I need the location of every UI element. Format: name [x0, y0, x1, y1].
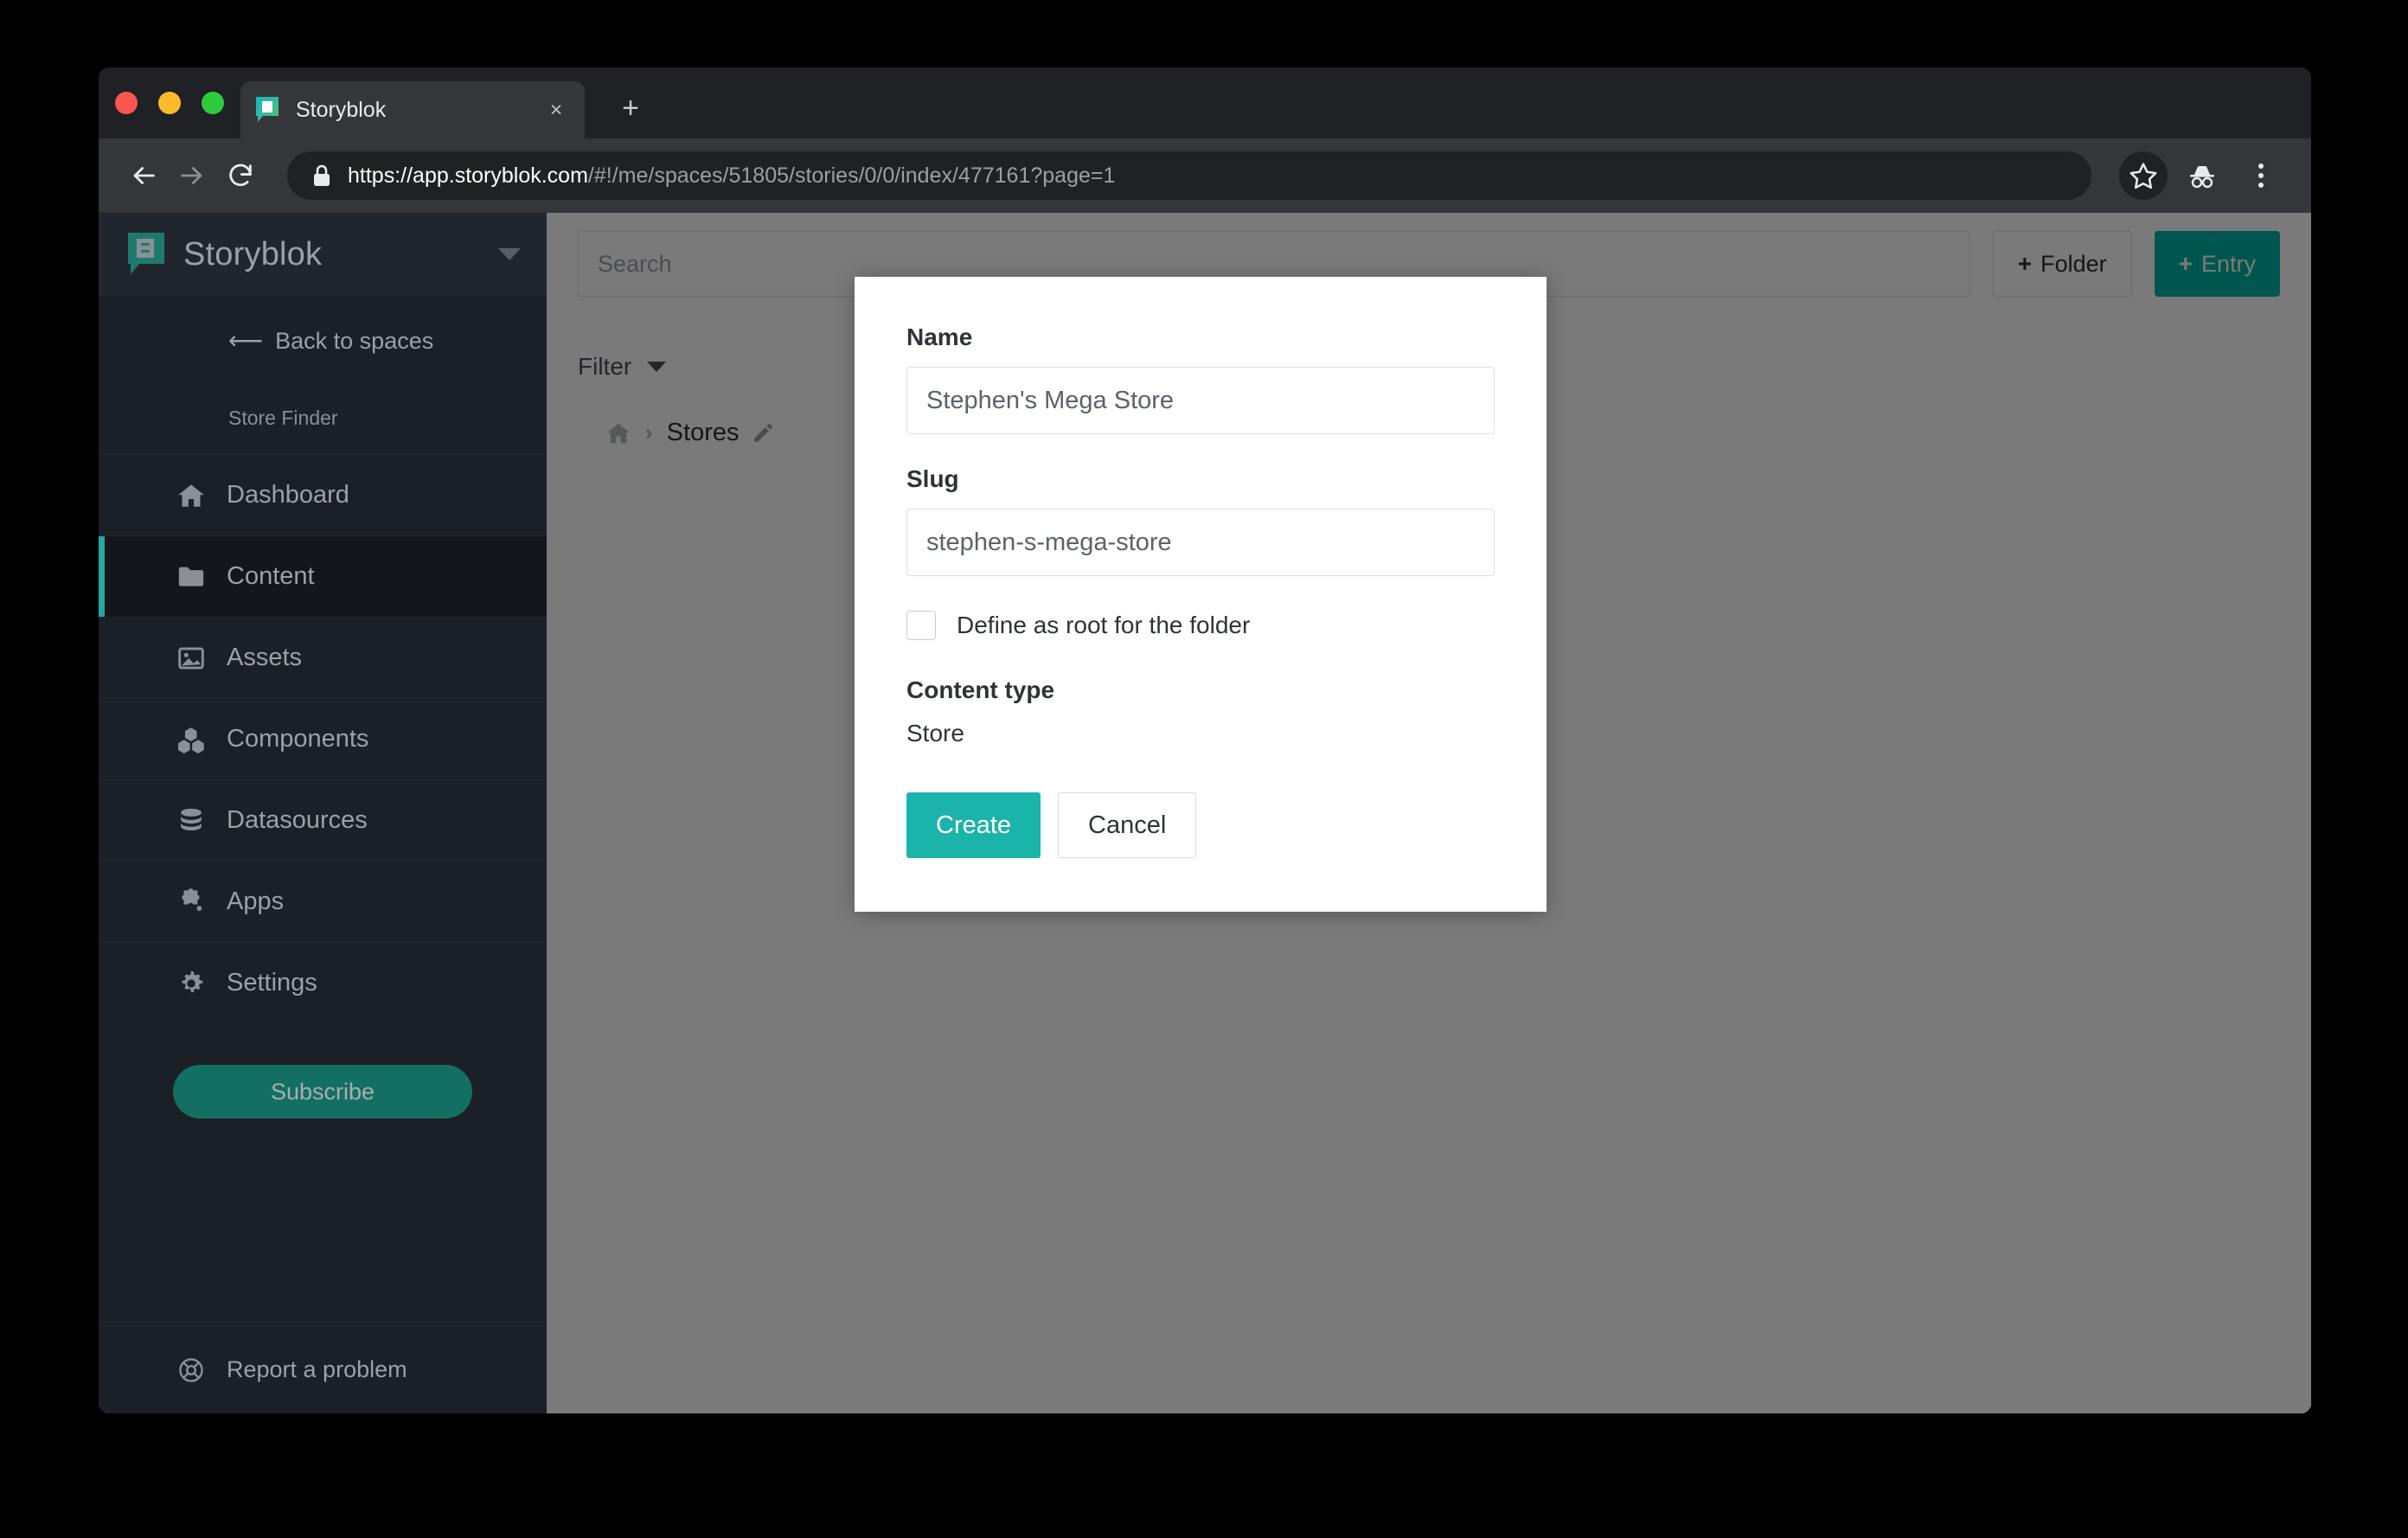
back-to-spaces-label: Back to spaces: [275, 327, 434, 354]
arrow-right-icon[interactable]: [168, 151, 216, 200]
window-close-button[interactable]: [115, 92, 138, 114]
chevron-down-icon[interactable]: [498, 248, 521, 260]
sidebar-brand-name: Storyblok: [183, 235, 323, 272]
storyblok-favicon: [254, 96, 280, 124]
sidebar-item-settings[interactable]: Settings: [99, 942, 547, 1023]
subscribe-section: Subscribe: [99, 1023, 547, 1118]
slug-field-group: Slug: [906, 465, 1495, 576]
url-host: https://app.storyblok.com: [348, 163, 588, 188]
browser-nav-bar: https://app.storyblok.com/#!/me/spaces/5…: [99, 138, 2311, 213]
content-type-label: Content type: [906, 676, 1055, 703]
report-problem-label: Report a problem: [227, 1356, 407, 1382]
sidebar-item-content[interactable]: Content: [99, 535, 547, 617]
window-maximize-button[interactable]: [202, 92, 224, 114]
sidebar-item-components[interactable]: Components: [99, 698, 547, 779]
report-problem-link[interactable]: Report a problem: [99, 1325, 547, 1413]
long-arrow-left-icon: ⟵: [228, 327, 264, 354]
puzzle-icon: [175, 886, 208, 919]
slug-label: Slug: [906, 465, 959, 492]
new-tab-button[interactable]: +: [611, 88, 650, 128]
blocks-icon: [175, 723, 208, 756]
window-minimize-button[interactable]: [158, 92, 181, 114]
padlock-icon: [311, 163, 332, 188]
root-checkbox-row[interactable]: Define as root for the folder: [906, 611, 1495, 640]
sidebar-space-name: Store Finder: [228, 407, 338, 429]
star-icon[interactable]: [2119, 151, 2168, 200]
folder-icon: [175, 561, 208, 593]
define-as-root-label: Define as root for the folder: [957, 612, 1251, 638]
browser-tab-title: Storyblok: [296, 97, 387, 122]
sidebar-item-dashboard[interactable]: Dashboard: [99, 454, 547, 535]
image-icon: [175, 642, 208, 675]
sidebar-item-label: Dashboard: [227, 481, 349, 509]
sidebar-brand[interactable]: Storyblok: [99, 213, 547, 296]
incognito-icon[interactable]: [2178, 151, 2226, 200]
main-content-area: + Folder + Entry Filter: [547, 213, 2311, 1413]
browser-tab-strip: Storyblok × +: [99, 67, 2311, 138]
sidebar-item-apps[interactable]: Apps: [99, 861, 547, 942]
sidebar-item-label: Datasources: [227, 806, 368, 834]
sidebar-item-label: Apps: [227, 888, 285, 915]
define-as-root-checkbox[interactable]: [906, 611, 936, 640]
sidebar-item-assets[interactable]: Assets: [99, 617, 547, 698]
name-field-group: Name: [906, 324, 1495, 434]
sidebar-item-label: Content: [227, 562, 315, 590]
back-to-spaces-link[interactable]: ⟵ Back to spaces: [99, 296, 547, 386]
reload-icon[interactable]: [216, 151, 265, 200]
content-type-group: Content type Store: [906, 676, 1495, 747]
home-icon: [175, 479, 208, 512]
create-button[interactable]: Create: [906, 792, 1041, 858]
tab-close-icon[interactable]: ×: [541, 98, 571, 123]
cancel-button[interactable]: Cancel: [1058, 792, 1197, 858]
create-entry-modal: Name Slug Define as root for the folder …: [855, 277, 1547, 912]
sidebar-item-label: Components: [227, 725, 369, 753]
database-icon: [175, 804, 208, 837]
browser-tab[interactable]: Storyblok ×: [240, 81, 585, 138]
url-path: /#!/me/spaces/51805/stories/0/0/index/47…: [587, 163, 1116, 188]
arrow-left-icon[interactable]: [119, 151, 168, 200]
subscribe-button[interactable]: Subscribe: [173, 1065, 472, 1118]
name-label: Name: [906, 324, 973, 350]
app-viewport: Storyblok ⟵ Back to spaces Store Finder …: [99, 213, 2311, 1413]
app-sidebar: Storyblok ⟵ Back to spaces Store Finder …: [99, 213, 547, 1413]
address-bar-url: https://app.storyblok.com/#!/me/spaces/5…: [348, 163, 1115, 189]
window-traffic-lights: [115, 92, 224, 114]
sidebar-item-label: Assets: [227, 644, 303, 671]
modal-actions: Create Cancel: [906, 792, 1495, 858]
name-input[interactable]: [906, 367, 1495, 434]
lifebuoy-icon: [176, 1355, 206, 1385]
sidebar-item-label: Settings: [227, 969, 317, 996]
content-type-value: Store: [906, 720, 964, 747]
sidebar-item-datasources[interactable]: Datasources: [99, 779, 547, 861]
gear-icon: [175, 967, 208, 1000]
browser-window: Storyblok × + https://app.storyblok.com/…: [99, 67, 2311, 1413]
three-dots-icon[interactable]: [2237, 151, 2285, 200]
address-bar[interactable]: https://app.storyblok.com/#!/me/spaces/5…: [287, 151, 2091, 200]
slug-input[interactable]: [906, 509, 1495, 576]
storyblok-logo-icon: [126, 232, 166, 277]
